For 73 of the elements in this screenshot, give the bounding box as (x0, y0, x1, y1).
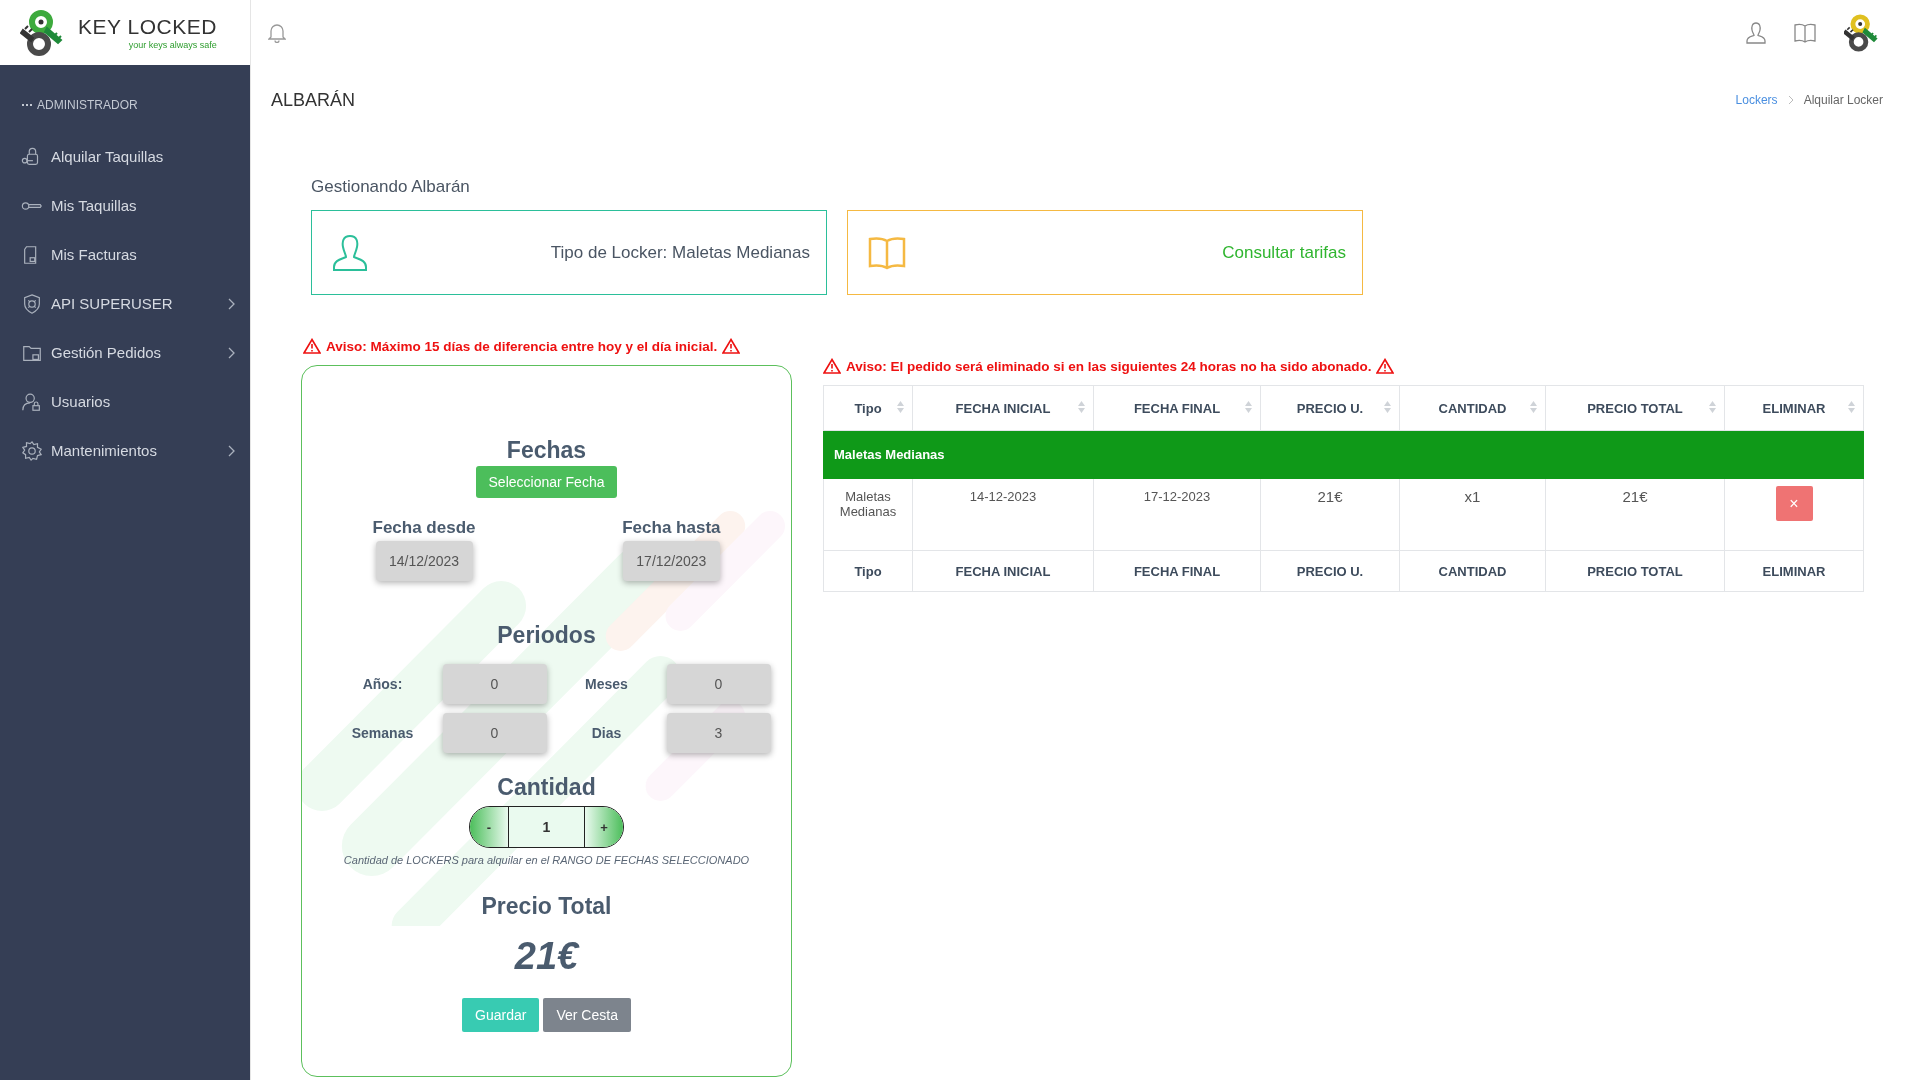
locker-type-text: Tipo de Locker: Maletas Medianas (550, 242, 810, 263)
field-label: Meses (584, 676, 629, 692)
group-row: Maletas Medianas (823, 430, 1864, 479)
decrement-button[interactable]: - (470, 807, 508, 847)
column-footer: ELIMINAR (1724, 550, 1864, 592)
column-footer: CANTIDAD (1399, 550, 1546, 592)
table-cell: Maletas Medianas (823, 478, 913, 551)
column-footer: FECHA FINAL (1093, 550, 1261, 592)
field-label: Dias (590, 725, 623, 741)
column-footer: PRECIO TOTAL (1545, 550, 1725, 592)
date-field[interactable]: 14/12/2023 (375, 541, 473, 581)
column-header[interactable]: PRECIO TOTAL (1545, 385, 1725, 431)
book-icon[interactable] (1794, 22, 1816, 43)
column-header[interactable]: CANTIDAD (1399, 385, 1546, 431)
warning-icon (823, 358, 841, 374)
sidebar-item[interactable]: Mis Facturas (0, 230, 250, 279)
column-footer: PRECIO U. (1260, 550, 1400, 592)
warning-text: Aviso: El pedido será eliminado si en las siguientes 24 horas no ha sido abonado. (846, 358, 1372, 374)
total-price: 21€ (514, 935, 579, 978)
brand-tagline: your keys always safe (128, 40, 217, 50)
sidebar-item[interactable]: Mis Taquillas (0, 181, 250, 230)
sidebar-item[interactable]: Usuarios (0, 377, 250, 426)
column-header[interactable]: ELIMINAR (1724, 385, 1864, 431)
cart-button[interactable]: Ver Cesta (543, 998, 631, 1032)
user-icon (332, 233, 368, 272)
section-title: Cantidad (497, 773, 596, 801)
warning-icon (303, 338, 321, 354)
book-icon (868, 235, 906, 270)
field-label: Años: (361, 676, 404, 692)
section-label: ADMINISTRADOR (37, 98, 138, 112)
key-logo[interactable] (1844, 13, 1878, 52)
chevron-right-icon (1787, 95, 1794, 105)
section-title: Fechas (506, 436, 587, 464)
increment-button[interactable]: + (585, 807, 623, 847)
field-label: Semanas (350, 725, 415, 741)
menu-item-icon (21, 439, 43, 462)
sidebar-item[interactable]: Alquilar Taquillas (0, 132, 250, 181)
section-title: Precio Total (481, 892, 612, 920)
period-field[interactable]: 0 (666, 664, 771, 704)
period-field[interactable]: 3 (666, 713, 771, 753)
field-label: Fecha hasta (622, 518, 721, 538)
column-header[interactable]: FECHA FINAL (1093, 385, 1261, 431)
table-cell: 17-12-2023 (1093, 478, 1261, 551)
warning-icon (1376, 358, 1395, 374)
section-title: Periodos (497, 621, 596, 649)
table-cell: 21€ (1545, 478, 1725, 551)
field-label: Fecha desde (372, 518, 476, 538)
period-field[interactable]: 0 (442, 713, 547, 753)
sidebar-item[interactable]: Mantenimientos (0, 426, 250, 475)
page-title: ALBARÁN (271, 89, 356, 111)
period-field[interactable]: 0 (442, 664, 547, 704)
bell-icon[interactable] (268, 22, 286, 43)
breadcrumb-current: Alquilar Locker (1803, 93, 1883, 107)
key-logo (20, 9, 64, 56)
section-heading: Gestionando Albarán (311, 177, 471, 197)
brand-name: KEY LOCKED (78, 15, 217, 39)
table-cell: 14-12-2023 (912, 478, 1094, 551)
column-footer: Tipo (823, 550, 913, 592)
column-header[interactable]: Tipo (823, 385, 913, 431)
user-icon[interactable] (1746, 21, 1766, 44)
table-cell: 21€ (1260, 478, 1400, 551)
quantity-hint: Cantidad de LOCKERS para alquilar en el RANGO DE FECHAS SELECCIONADO (343, 854, 750, 866)
date-field[interactable]: 17/12/2023 (622, 541, 720, 581)
warning-icon (722, 338, 741, 354)
column-footer: FECHA INICIAL (912, 550, 1094, 592)
menu-item-icon (21, 292, 43, 315)
quantity-field[interactable]: 1 (508, 807, 585, 847)
sidebar-item[interactable]: API SUPERUSER (0, 279, 250, 328)
sidebar-item[interactable]: Gestión Pedidos (0, 328, 250, 377)
column-header[interactable]: PRECIO U. (1260, 385, 1400, 431)
warning-text: Aviso: Máximo 15 días de diferencia entre hoy y el día inicial. (326, 338, 718, 354)
table-cell: x1 (1399, 478, 1546, 551)
column-header[interactable]: FECHA INICIAL (912, 385, 1094, 431)
